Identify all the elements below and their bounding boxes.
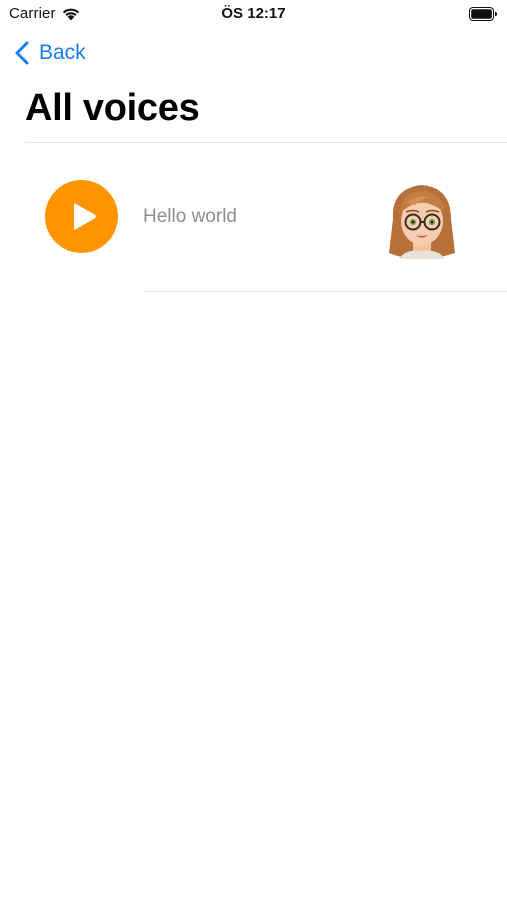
back-label: Back xyxy=(39,41,86,64)
play-icon xyxy=(74,203,96,230)
voice-text: Hello world xyxy=(143,206,237,227)
status-bar: Carrier ÖS 12:17 xyxy=(0,0,507,28)
battery-icon xyxy=(469,7,497,21)
chevron-left-icon xyxy=(15,41,29,65)
back-button[interactable]: Back xyxy=(14,38,86,68)
play-button[interactable] xyxy=(45,180,118,253)
screen: Carrier ÖS 12:17 Back All voices Hello w… xyxy=(0,0,507,900)
row-divider xyxy=(145,291,507,292)
avatar xyxy=(389,185,455,259)
list-item[interactable]: Hello world xyxy=(0,143,507,291)
page-title: All voices xyxy=(25,87,200,129)
status-time: ÖS 12:17 xyxy=(221,5,286,22)
